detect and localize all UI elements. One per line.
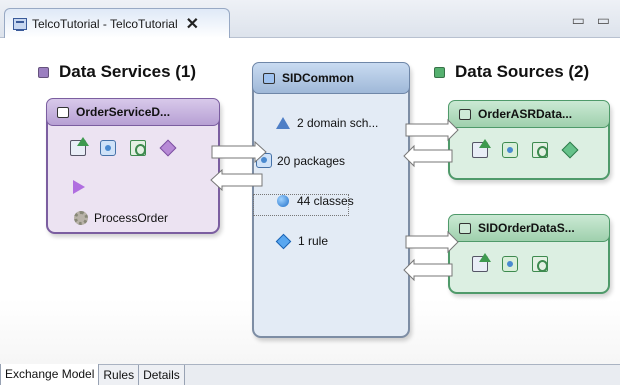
- package-icon[interactable]: [502, 142, 518, 158]
- rule-diamond-icon: [275, 233, 292, 249]
- schema-icon[interactable]: [472, 139, 491, 158]
- package-icon[interactable]: [502, 256, 518, 272]
- class-icon[interactable]: [532, 256, 548, 272]
- editor-tab-label: TelcoTutorial - TelcoTutorial: [32, 16, 178, 31]
- packages-label: 20 packages: [277, 153, 346, 168]
- rule-icon[interactable]: [159, 139, 177, 157]
- rule-icon[interactable]: [561, 141, 579, 159]
- arrow-asr-to-common: [403, 144, 453, 168]
- tab-details[interactable]: Details: [139, 365, 185, 385]
- order-service-header[interactable]: OrderServiceD...: [46, 98, 220, 126]
- domain-schemas-item[interactable]: 2 domain sch...: [276, 116, 378, 130]
- gear-icon: [74, 211, 88, 225]
- class-icon[interactable]: [130, 140, 146, 156]
- data-sources-square-icon: [434, 66, 445, 78]
- packages-item[interactable]: 20 packages: [256, 153, 345, 168]
- order-service-icons: [48, 137, 218, 157]
- tab-exchange-model[interactable]: Exchange Model: [0, 364, 100, 385]
- datasource-icon: [459, 108, 471, 120]
- schema-icon[interactable]: [472, 253, 491, 272]
- data-sources-heading: Data Sources (2): [434, 62, 589, 82]
- order-asr-title: OrderASRData...: [478, 107, 573, 121]
- package-icon[interactable]: [100, 140, 116, 156]
- data-services-square-icon: [38, 66, 49, 78]
- classes-label: 44 classes: [297, 194, 354, 208]
- rule-item[interactable]: 1 rule: [275, 233, 329, 249]
- data-sources-title: Data Sources (2): [455, 62, 590, 81]
- process-order-item[interactable]: ProcessOrder: [74, 211, 168, 225]
- order-asr-header[interactable]: OrderASRData...: [448, 100, 610, 128]
- rule-label: 1 rule: [298, 234, 329, 248]
- schema-triangle-icon: [276, 117, 290, 129]
- sid-order-title: SIDOrderDataS...: [478, 221, 575, 235]
- operation-icon[interactable]: [73, 180, 85, 194]
- data-services-heading: Data Services (1): [38, 62, 196, 82]
- datasource-icon: [459, 222, 471, 234]
- sid-order-node[interactable]: SIDOrderDataS...: [448, 214, 610, 294]
- service-icon: [57, 106, 69, 118]
- arrow-sidorder-to-common: [403, 258, 453, 282]
- data-services-title: Data Services (1): [59, 62, 197, 81]
- sid-order-header[interactable]: SIDOrderDataS...: [448, 214, 610, 242]
- domain-schemas-label: 2 domain sch...: [297, 116, 379, 130]
- editor-tab[interactable]: TelcoTutorial - TelcoTutorial ✕: [4, 8, 230, 38]
- order-asr-icons: [450, 139, 608, 159]
- model-file-icon: [13, 17, 27, 31]
- schema-icon[interactable]: [70, 137, 89, 156]
- package-icon: [256, 153, 272, 168]
- sidcommon-title: SIDCommon: [282, 71, 354, 85]
- model-icon: [263, 72, 275, 84]
- window-controls[interactable]: ▭ ▭: [572, 12, 614, 29]
- sid-order-icons: [450, 253, 608, 272]
- order-asr-node[interactable]: OrderASRData...: [448, 100, 610, 180]
- order-service-title: OrderServiceD...: [76, 105, 171, 119]
- editor-tab-bar: TelcoTutorial - TelcoTutorial ✕ ▭ ▭: [0, 0, 620, 38]
- sidcommon-header[interactable]: SIDCommon: [252, 62, 410, 94]
- model-canvas[interactable]: Data Services (1) Data Sources (2) Order…: [0, 38, 620, 364]
- process-order-label: ProcessOrder: [94, 211, 169, 225]
- bottom-tab-bar: Exchange Model Rules Details: [0, 364, 620, 385]
- classes-item[interactable]: 44 classes: [277, 194, 354, 208]
- tab-rules[interactable]: Rules: [99, 365, 140, 385]
- class-icon[interactable]: [532, 142, 548, 158]
- close-icon[interactable]: ✕: [186, 14, 199, 34]
- class-circle-icon: [277, 195, 289, 207]
